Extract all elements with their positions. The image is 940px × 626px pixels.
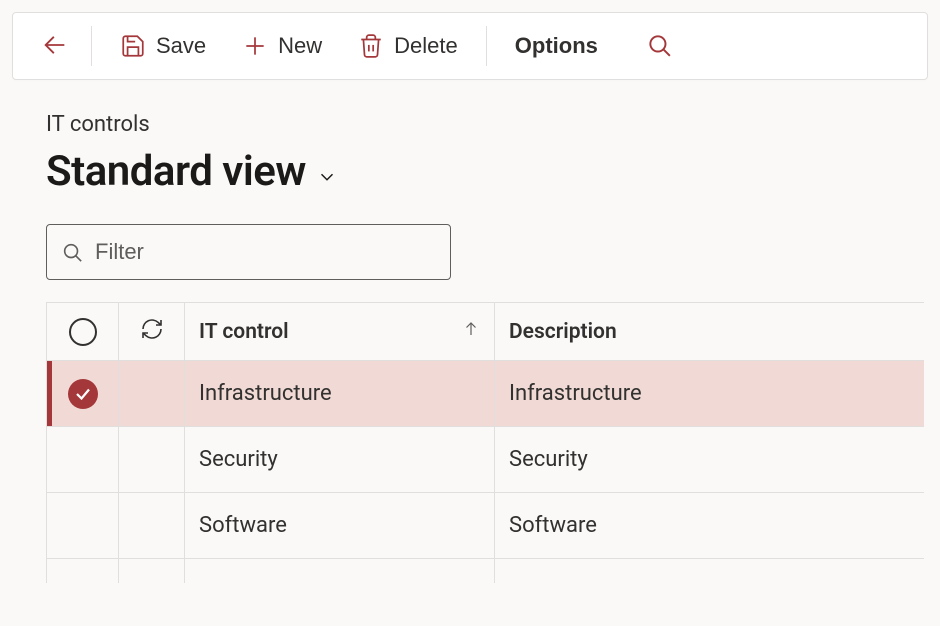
filter-field[interactable] xyxy=(46,224,451,280)
grid-header-row: IT control Description xyxy=(47,303,924,361)
filter-input[interactable] xyxy=(95,239,436,265)
new-button[interactable]: New xyxy=(228,25,336,67)
spacer-cell xyxy=(119,559,185,583)
row-select-cell[interactable] xyxy=(47,427,119,492)
new-button-label: New xyxy=(278,33,322,59)
view-title-row: Standard view xyxy=(46,147,924,196)
cell-value: Infrastructure xyxy=(199,381,332,406)
options-button-label: Options xyxy=(515,33,598,59)
cell-it-control[interactable]: Infrastructure xyxy=(185,361,495,426)
cell-value: Software xyxy=(199,513,287,538)
sort-asc-icon xyxy=(462,318,480,346)
page-title: Standard view xyxy=(46,147,306,196)
cell-description[interactable]: Security xyxy=(495,427,924,492)
save-button[interactable]: Save xyxy=(106,25,220,67)
plus-icon xyxy=(242,33,268,59)
spacer-cell xyxy=(47,559,119,583)
column-header-description[interactable]: Description xyxy=(495,303,924,360)
spacer-cell xyxy=(185,559,495,583)
cell-value: Security xyxy=(199,447,278,472)
row-select-cell[interactable] xyxy=(47,361,119,426)
cell-value: Security xyxy=(509,447,588,472)
toolbar-separator xyxy=(91,26,92,66)
circle-icon xyxy=(69,318,97,346)
refresh-column-header[interactable] xyxy=(119,303,185,360)
save-icon xyxy=(120,33,146,59)
spacer-cell xyxy=(495,559,924,583)
data-grid: IT control Description Infrastructure In… xyxy=(46,302,924,583)
cell-description[interactable]: Software xyxy=(495,493,924,558)
select-all-cell[interactable] xyxy=(47,303,119,360)
save-button-label: Save xyxy=(156,33,206,59)
search-icon xyxy=(61,241,83,263)
cell-description[interactable]: Infrastructure xyxy=(495,361,924,426)
column-header-label: IT control xyxy=(199,320,289,344)
refresh-icon xyxy=(140,317,164,347)
arrow-left-icon xyxy=(41,31,69,62)
chevron-down-icon xyxy=(316,166,338,188)
table-row[interactable]: Software Software xyxy=(47,493,924,559)
checkmark-circle-icon xyxy=(68,379,98,409)
view-switcher[interactable] xyxy=(316,166,338,188)
delete-button-label: Delete xyxy=(394,33,458,59)
grid-footer-spacer xyxy=(47,559,924,583)
row-status-cell xyxy=(119,361,185,426)
delete-button[interactable]: Delete xyxy=(344,25,472,67)
page-body: IT controls Standard view IT control xyxy=(0,92,940,583)
search-button[interactable] xyxy=(638,24,680,69)
options-button[interactable]: Options xyxy=(501,25,612,67)
column-header-label: Description xyxy=(509,320,617,344)
cell-it-control[interactable]: Security xyxy=(185,427,495,492)
cell-value: Software xyxy=(509,513,597,538)
table-row[interactable]: Security Security xyxy=(47,427,924,493)
cell-it-control[interactable]: Software xyxy=(185,493,495,558)
breadcrumb: IT controls xyxy=(46,112,924,137)
table-row[interactable]: Infrastructure Infrastructure xyxy=(47,361,924,427)
row-select-cell[interactable] xyxy=(47,493,119,558)
search-icon xyxy=(646,32,672,61)
cell-value: Infrastructure xyxy=(509,381,642,406)
trash-icon xyxy=(358,33,384,59)
row-status-cell xyxy=(119,427,185,492)
toolbar: Save New Delete Options xyxy=(12,12,928,80)
back-button[interactable] xyxy=(33,23,77,70)
column-header-it-control[interactable]: IT control xyxy=(185,303,495,360)
row-status-cell xyxy=(119,493,185,558)
toolbar-separator xyxy=(486,26,487,66)
